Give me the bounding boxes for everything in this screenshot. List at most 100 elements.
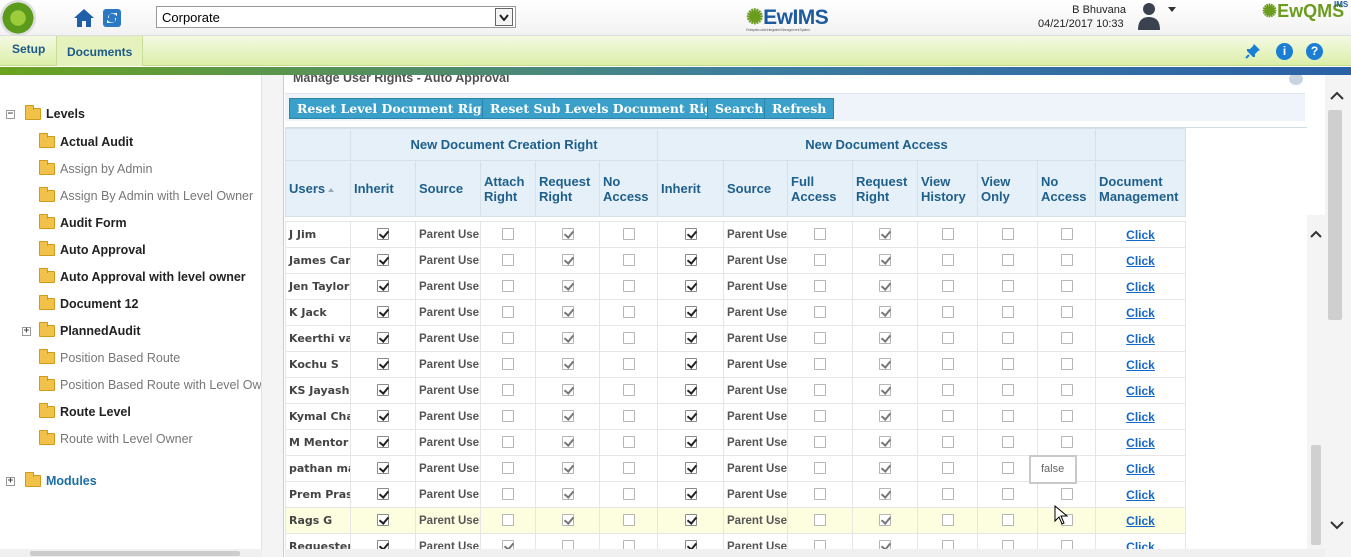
no-access-checkbox[interactable] xyxy=(622,254,635,267)
attach-right-checkbox[interactable] xyxy=(502,514,514,527)
request-right-checkbox[interactable] xyxy=(561,410,574,423)
tree-item[interactable]: Route with Level Owner xyxy=(22,430,193,448)
organization-select[interactable]: Corporate xyxy=(156,6,516,28)
reset-level-rights-button[interactable]: Reset Level Document Rights xyxy=(289,98,512,119)
no-access-checkbox[interactable] xyxy=(622,436,635,449)
view-history-checkbox[interactable] xyxy=(941,410,954,423)
no-access-checkbox[interactable] xyxy=(622,306,635,319)
attach-right-checkbox[interactable] xyxy=(502,306,514,319)
tree-item[interactable]: Auto Approval xyxy=(22,241,146,259)
view-history-checkbox[interactable] xyxy=(941,488,954,501)
access-no-access-checkbox[interactable] xyxy=(1060,280,1073,293)
no-access-checkbox[interactable] xyxy=(622,462,635,475)
attach-right-checkbox[interactable] xyxy=(502,462,514,475)
app-logo-icon[interactable] xyxy=(0,0,36,36)
search-button[interactable]: Search xyxy=(707,98,772,119)
access-request-right-checkbox[interactable] xyxy=(879,254,891,267)
full-access-checkbox[interactable] xyxy=(814,462,826,475)
tree-root-modules[interactable]: + Modules xyxy=(6,472,97,490)
creation-inherit-checkbox[interactable] xyxy=(377,436,389,449)
view-history-checkbox[interactable] xyxy=(941,384,954,397)
access-inherit-checkbox[interactable] xyxy=(684,306,697,319)
request-right-checkbox[interactable] xyxy=(561,462,574,475)
chevron-down-icon[interactable] xyxy=(495,8,513,26)
access-request-right-checkbox[interactable] xyxy=(879,410,891,423)
view-history-checkbox[interactable] xyxy=(941,514,954,527)
grid-scroll-up-icon[interactable] xyxy=(1309,227,1323,241)
attach-right-checkbox[interactable] xyxy=(502,488,514,501)
request-right-checkbox[interactable] xyxy=(561,280,574,293)
creation-inherit-checkbox[interactable] xyxy=(377,332,389,345)
view-only-checkbox[interactable] xyxy=(1001,306,1014,319)
tree-item[interactable]: Position Based Route with Level Owner xyxy=(22,376,261,394)
attach-right-checkbox[interactable] xyxy=(502,332,514,345)
access-no-access-checkbox[interactable] xyxy=(1060,410,1073,423)
expand-icon[interactable]: + xyxy=(6,476,15,486)
tree-item[interactable]: Auto Approval with level owner xyxy=(22,268,246,286)
creation-inherit-checkbox[interactable] xyxy=(377,228,389,241)
access-no-access-checkbox[interactable] xyxy=(1060,254,1073,267)
view-history-checkbox[interactable] xyxy=(941,228,954,241)
access-request-right-checkbox[interactable] xyxy=(879,384,891,397)
attach-right-checkbox[interactable] xyxy=(502,254,514,267)
creation-inherit-checkbox[interactable] xyxy=(377,254,389,267)
access-inherit-checkbox[interactable] xyxy=(684,358,697,371)
document-management-link[interactable]: Click xyxy=(1126,488,1155,502)
no-access-checkbox[interactable] xyxy=(622,280,635,293)
full-access-checkbox[interactable] xyxy=(814,254,826,267)
no-access-checkbox[interactable] xyxy=(622,514,635,527)
access-inherit-checkbox[interactable] xyxy=(684,280,697,293)
document-management-link[interactable]: Click xyxy=(1126,514,1155,528)
col-users[interactable]: Users xyxy=(285,160,351,217)
attach-right-checkbox[interactable] xyxy=(502,410,514,423)
creation-inherit-checkbox[interactable] xyxy=(377,488,389,501)
grid-vscroll-thumb[interactable] xyxy=(1311,445,1321,545)
view-history-checkbox[interactable] xyxy=(941,436,954,449)
view-only-checkbox[interactable] xyxy=(1001,228,1014,241)
no-access-checkbox[interactable] xyxy=(622,332,635,345)
sidebar-splitter[interactable] xyxy=(262,75,284,557)
expand-icon[interactable]: + xyxy=(22,326,31,336)
view-only-checkbox[interactable] xyxy=(1001,358,1014,371)
request-right-checkbox[interactable] xyxy=(561,384,574,397)
main-hscrollbar[interactable] xyxy=(285,549,1325,557)
nav-documents[interactable]: Documents xyxy=(56,36,144,66)
refresh-icon[interactable] xyxy=(100,6,124,30)
view-only-checkbox[interactable] xyxy=(1001,280,1014,293)
view-only-checkbox[interactable] xyxy=(1001,514,1014,527)
page-scroll-up-icon[interactable] xyxy=(1330,88,1344,104)
creation-inherit-checkbox[interactable] xyxy=(377,280,389,293)
access-request-right-checkbox[interactable] xyxy=(879,514,891,527)
no-access-checkbox[interactable] xyxy=(622,228,635,241)
nav-setup[interactable]: Setup xyxy=(12,42,45,56)
view-history-checkbox[interactable] xyxy=(941,358,954,371)
view-only-checkbox[interactable] xyxy=(1001,384,1014,397)
creation-inherit-checkbox[interactable] xyxy=(377,462,389,475)
view-only-checkbox[interactable] xyxy=(1001,254,1014,267)
panel-collapse-icon[interactable] xyxy=(1289,75,1303,85)
no-access-checkbox[interactable] xyxy=(622,384,635,397)
info-icon[interactable]: i xyxy=(1276,43,1293,60)
request-right-checkbox[interactable] xyxy=(561,436,574,449)
document-management-link[interactable]: Click xyxy=(1126,358,1155,372)
creation-inherit-checkbox[interactable] xyxy=(377,384,389,397)
tree-item[interactable]: Assign By Admin with Level Owner xyxy=(22,187,253,205)
access-inherit-checkbox[interactable] xyxy=(684,488,697,501)
pin-icon[interactable] xyxy=(1244,43,1261,60)
tree-item[interactable]: + PlannedAudit xyxy=(22,322,141,340)
tree-root-levels[interactable]: − Levels xyxy=(6,105,85,123)
no-access-checkbox[interactable] xyxy=(622,410,635,423)
request-right-checkbox[interactable] xyxy=(561,228,574,241)
access-request-right-checkbox[interactable] xyxy=(879,280,891,293)
creation-inherit-checkbox[interactable] xyxy=(377,410,389,423)
access-no-access-checkbox[interactable] xyxy=(1060,332,1073,345)
access-inherit-checkbox[interactable] xyxy=(684,228,697,241)
access-request-right-checkbox[interactable] xyxy=(879,488,891,501)
no-access-checkbox[interactable] xyxy=(622,488,635,501)
creation-inherit-checkbox[interactable] xyxy=(377,358,389,371)
tree-item[interactable]: Position Based Route xyxy=(22,349,180,367)
document-management-link[interactable]: Click xyxy=(1126,462,1155,476)
access-inherit-checkbox[interactable] xyxy=(684,462,697,475)
view-history-checkbox[interactable] xyxy=(941,462,954,475)
user-menu-caret-icon[interactable] xyxy=(1168,7,1176,12)
